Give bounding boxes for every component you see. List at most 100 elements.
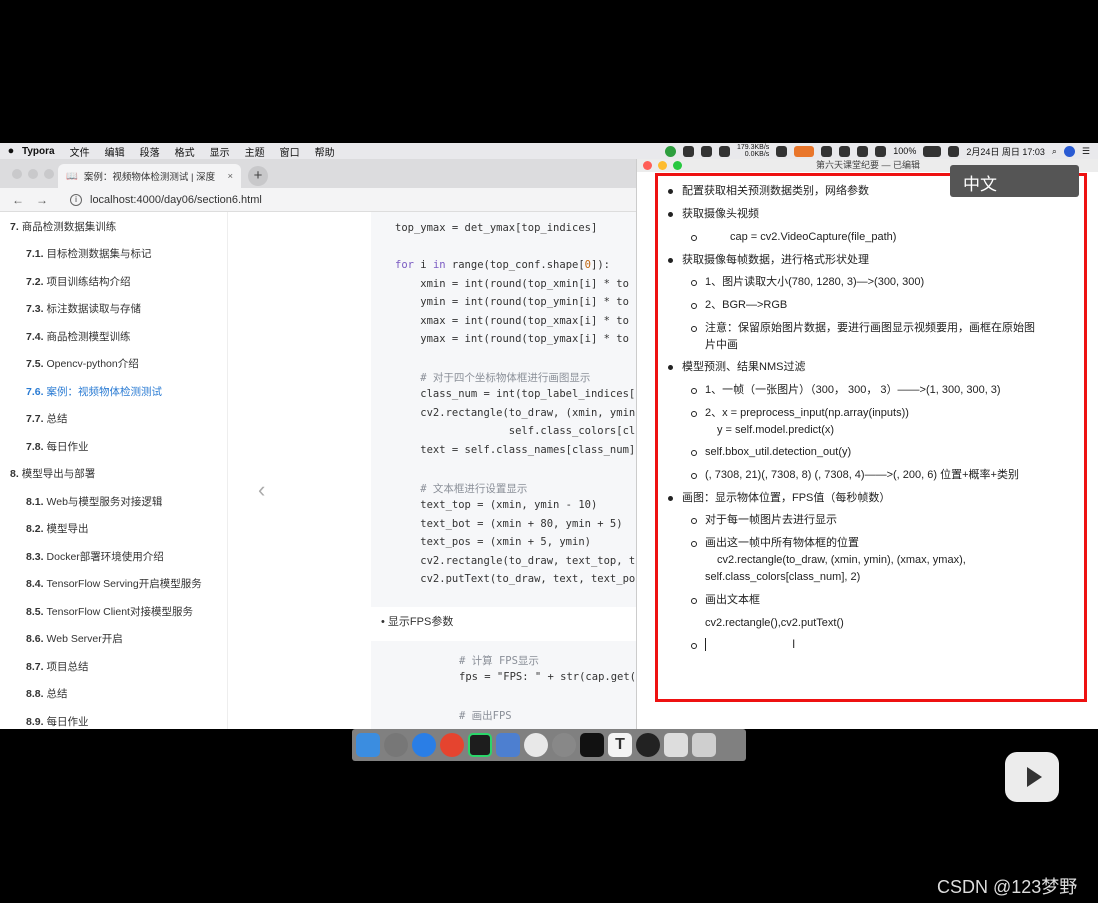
sync-icon[interactable] — [948, 145, 960, 157]
typora-icon[interactable]: T — [608, 733, 632, 757]
wifi-icon[interactable] — [857, 145, 869, 157]
note-line[interactable]: (, 7308, 21)(, 7308, 8) (, 7308, 4)——>(,… — [705, 468, 1019, 482]
toc-item[interactable]: 7.1. 目标检测数据集与标记 — [26, 246, 152, 261]
toc-item[interactable]: 7. 商品检测数据集训练 — [10, 219, 116, 234]
note-line[interactable]: self.bbox_util.detection_out(y) — [705, 445, 851, 459]
zoom-window-button[interactable] — [673, 161, 682, 170]
menu-theme[interactable]: 主题 — [245, 144, 265, 159]
toc-item[interactable]: 7.2. 项目训练结构介绍 — [26, 274, 131, 289]
note-line[interactable]: 模型预测、结果NMS过滤 — [682, 360, 805, 374]
toc-item[interactable]: 8.8. 总结 — [26, 686, 68, 701]
text-cursor[interactable] — [705, 638, 706, 651]
toc-item[interactable]: 7.7. 总结 — [26, 411, 68, 426]
update-icon[interactable] — [664, 145, 676, 157]
note-line[interactable]: 2、x = preprocess_input(np.array(inputs)) — [705, 406, 909, 420]
note-line[interactable]: 画图：显示物体位置，FPS值（每秒帧数） — [682, 491, 890, 505]
network-speed: 179.3KB/s 0.0KB/s — [736, 144, 770, 158]
browser-tab[interactable]: 📖 案例：视频物体检测测试 | 深度 × — [58, 164, 241, 188]
chrome-icon[interactable] — [440, 733, 464, 757]
close-window-button[interactable] — [643, 161, 652, 170]
play-button[interactable] — [1005, 752, 1059, 802]
minimize-window-button[interactable] — [658, 161, 667, 170]
vivaldi-icon[interactable] — [524, 733, 548, 757]
toc-item[interactable]: 7.4. 商品检测模型训练 — [26, 329, 131, 344]
site-info-icon[interactable]: i — [70, 193, 82, 206]
keynote-icon[interactable] — [496, 733, 520, 757]
prev-page-chevron-icon[interactable]: ‹ — [258, 477, 265, 503]
apple-icon[interactable]: ● — [0, 145, 22, 157]
launchpad-icon[interactable] — [384, 733, 408, 757]
note-line[interactable]: cv2.rectangle(),cv2.putText() — [705, 616, 844, 630]
close-window-button[interactable] — [12, 169, 22, 179]
toc-item[interactable]: 8.4. TensorFlow Serving开启模型服务 — [26, 576, 202, 591]
search-icon[interactable]: ⌕ — [1052, 146, 1057, 157]
toc-item[interactable]: 8.6. Web Server开启 — [26, 631, 123, 646]
note-line[interactable]: cap = cv2.VideoCapture(file_path) — [730, 230, 896, 244]
note-line[interactable]: 注意：保留原始图片数据，要进行画图显示视频要用，画框在原始图 — [705, 321, 1035, 335]
toc-item[interactable]: 8.9. 每日作业 — [26, 714, 89, 729]
close-tab-icon[interactable]: × — [227, 171, 233, 182]
minimize-window-button[interactable] — [28, 169, 38, 179]
note-line[interactable]: 画出这一帧中所有物体框的位置 — [705, 536, 859, 550]
back-button[interactable]: ← — [12, 193, 24, 207]
code-line: ymax = int(round(top_ymax[i] * to — [395, 333, 629, 345]
volume-icon[interactable] — [875, 145, 887, 157]
note-line[interactable]: 配置获取相关预测数据类别，网络参数 — [682, 184, 869, 198]
terminal-icon[interactable] — [580, 733, 604, 757]
note-line[interactable]: 2、BGR—>RGB — [705, 298, 787, 312]
new-tab-button[interactable]: + — [248, 166, 268, 186]
safari-icon[interactable] — [412, 733, 436, 757]
note-line[interactable]: self.class_colors[class_num], 2) — [705, 570, 860, 584]
pycharm-icon[interactable] — [468, 733, 492, 757]
note-line[interactable]: 1、一帧（一张图片）（300， 300， 3）——>(1, 300, 300, … — [705, 383, 1001, 397]
monitor-icon[interactable] — [776, 145, 788, 157]
toc-item[interactable]: 7.8. 每日作业 — [26, 439, 89, 454]
url-field[interactable]: localhost:4000/day06/section6.html — [90, 194, 262, 206]
toc-item[interactable]: 8. 模型导出与部署 — [10, 466, 95, 481]
airplay-icon[interactable] — [839, 145, 851, 157]
toc-item[interactable]: 8.2. 模型导出 — [26, 521, 89, 536]
note-line[interactable]: 获取摄像每帧数据，进行格式形状处理 — [682, 253, 869, 267]
note-line[interactable]: y = self.model.predict(x) — [717, 423, 834, 437]
menu-edit[interactable]: 编辑 — [105, 144, 125, 159]
menu-help[interactable]: 帮助 — [315, 144, 335, 159]
app-status-icon[interactable] — [682, 145, 694, 157]
screenshot-icon[interactable] — [664, 733, 688, 757]
note-line[interactable]: cv2.rectangle(to_draw, (xmin, ymin), (xm… — [717, 553, 966, 567]
note-line[interactable]: 1、图片读取大小(780, 1280, 3)—>(300, 300) — [705, 275, 924, 289]
toc-item[interactable]: 8.3. Docker部署环境使用介绍 — [26, 549, 164, 564]
note-line[interactable]: 画出文本框 — [705, 593, 760, 607]
toc-item[interactable]: 7.5. Opencv-python介绍 — [26, 356, 139, 371]
forward-button[interactable]: → — [36, 193, 48, 207]
notification-center-icon[interactable]: ☰ — [1082, 146, 1090, 157]
toc-item[interactable]: 8.1. Web与模型服务对接逻辑 — [26, 494, 162, 509]
menu-file[interactable]: 文件 — [70, 144, 90, 159]
toc-item-active[interactable]: 7.6. 案例：视频物体检测测试 — [26, 384, 162, 399]
siri-icon[interactable] — [1063, 145, 1075, 157]
toc-item[interactable]: 8.5. TensorFlow Client对接模型服务 — [26, 604, 193, 619]
clock[interactable]: 2月24日 周日 17:03 — [966, 145, 1045, 158]
note-line[interactable]: 获取摄像头视频 — [682, 207, 759, 221]
battery-icon[interactable] — [923, 145, 942, 157]
bullet-circle — [691, 326, 697, 332]
menu-paragraph[interactable]: 段落 — [140, 144, 160, 159]
send-icon[interactable] — [718, 145, 730, 157]
note-line[interactable]: 对于每一帧图片去进行显示 — [705, 513, 837, 527]
toc-item[interactable]: 8.7. 项目总结 — [26, 659, 89, 674]
menu-view[interactable]: 显示 — [210, 144, 230, 159]
note-line[interactable]: 片中画 — [705, 338, 738, 352]
preferences-icon[interactable] — [552, 733, 576, 757]
zoom-window-button[interactable] — [44, 169, 54, 179]
toc-item[interactable]: 7.3. 标注数据读取与存储 — [26, 301, 141, 316]
menu-typora[interactable]: Typora — [22, 146, 55, 157]
activity-icon[interactable] — [794, 145, 815, 157]
tools-icon[interactable] — [700, 145, 712, 157]
docker-icon[interactable] — [821, 145, 833, 157]
obs-icon[interactable] — [636, 733, 660, 757]
browser-window: 📖 案例：视频物体检测测试 | 深度 × + ← → i localhost:4… — [0, 159, 640, 729]
finder-icon[interactable] — [356, 733, 380, 757]
screen: ● Typora 文件 编辑 段落 格式 显示 主题 窗口 帮助 179.3KB… — [0, 0, 1098, 903]
menu-window[interactable]: 窗口 — [280, 144, 300, 159]
menu-format[interactable]: 格式 — [175, 144, 195, 159]
trash-icon[interactable] — [692, 733, 716, 757]
